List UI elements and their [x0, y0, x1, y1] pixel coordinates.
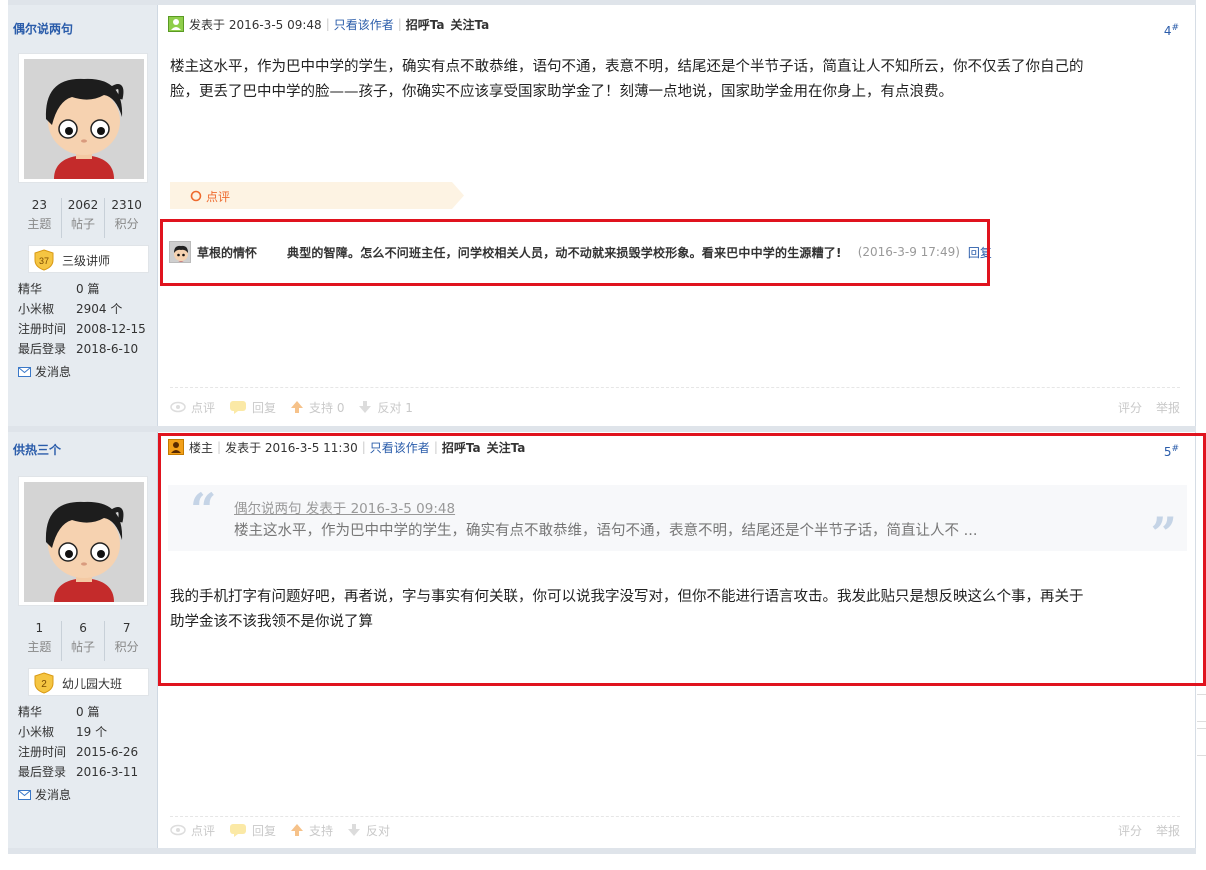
- info-digest: 精华 0 篇: [18, 282, 100, 296]
- avatar-image: [24, 482, 144, 602]
- rank-badge: 37 三级讲师: [28, 245, 149, 273]
- oppose-action-button[interactable]: 反对: [347, 822, 390, 839]
- stat-topics[interactable]: 1 主题: [18, 621, 62, 661]
- post-content: 楼主这水平，作为巴中中学的学生，确实有点不敢恭维，语句不通，表意不明，结尾还是个…: [170, 59, 1084, 100]
- bottom-divider: [8, 848, 1196, 854]
- rank-title: 三级讲师: [62, 254, 111, 268]
- send-message-link[interactable]: 发消息: [18, 363, 71, 380]
- oppose-action-button[interactable]: 反对 1: [358, 399, 413, 416]
- post-actions-right: 评分 举报: [1118, 399, 1180, 416]
- dianping-label: 点评: [206, 190, 231, 204]
- info-pepper: 小米椒 2904 个: [18, 302, 123, 316]
- info-last-login: 最后登录 2018-6-10: [18, 342, 139, 356]
- author-stats: 23 主题 2062 帖子 2310 积分: [18, 198, 148, 238]
- report-link[interactable]: 举报: [1156, 399, 1180, 416]
- rank-badge: 2 幼儿园大班: [28, 668, 149, 696]
- post-main: 发表于 2016-3-5 09:48 | 只看该作者 | 招呼Ta 关注Ta 4…: [159, 5, 1196, 426]
- reply-action-button[interactable]: 回复: [229, 822, 276, 839]
- arrow-up-icon: [291, 824, 304, 836]
- arrow-down-icon: [359, 401, 372, 413]
- info-register-date: 注册时间 2008-12-15: [18, 322, 146, 336]
- post-actions: 点评 回复 支持 0 反对 1 评分 举报: [170, 397, 1180, 417]
- stat-points[interactable]: 2310 积分: [105, 198, 148, 238]
- cartoon-boy-avatar-icon: [24, 59, 144, 179]
- side-scroll-fragment: [1197, 728, 1206, 756]
- stat-topics[interactable]: 23 主题: [18, 198, 62, 238]
- reply-action-button[interactable]: 回复: [229, 399, 276, 416]
- stat-points[interactable]: 7 积分: [105, 621, 148, 661]
- floor-number-link[interactable]: 4#: [1164, 23, 1179, 38]
- side-scroll-fragment: [1197, 694, 1206, 722]
- info-digest: 精华 0 篇: [18, 705, 100, 719]
- shield-badge-icon: 2: [34, 672, 54, 694]
- speech-bubble-icon: [230, 401, 247, 414]
- stat-posts[interactable]: 6 帖子: [62, 621, 106, 661]
- follow-link[interactable]: 关注Ta: [451, 16, 490, 33]
- highlight-box-post5: [158, 433, 1206, 686]
- info-register-date: 注册时间 2015-6-26: [18, 745, 139, 759]
- info-pepper: 小米椒 19 个: [18, 725, 108, 739]
- envelope-icon: [18, 366, 31, 377]
- post-actions-right: 评分 举报: [1118, 822, 1180, 839]
- avatar[interactable]: [18, 53, 148, 183]
- post-header: 发表于 2016-3-5 09:48 | 只看该作者 | 招呼Ta 关注Ta: [168, 15, 489, 33]
- stat-posts[interactable]: 2062 帖子: [62, 198, 106, 238]
- rate-link[interactable]: 评分: [1118, 399, 1142, 416]
- author-info: 精华 0 篇 小米椒 2904 个 注册时间 2008-12-15 最后登录 2018-…: [18, 279, 158, 359]
- comment-section-label: 点评: [170, 182, 464, 209]
- online-status-icon: [168, 16, 184, 32]
- arrow-up-icon: [291, 401, 304, 413]
- author-stats: 1 主题 6 帖子 7 积分: [18, 621, 148, 661]
- support-action-button[interactable]: 支持 0: [290, 399, 344, 416]
- support-action-button[interactable]: 支持: [290, 822, 333, 839]
- report-link[interactable]: 举报: [1156, 822, 1180, 839]
- author-sidebar: 偶尔说两句 23 主题 2062 帖子 2310 积分 37 三级讲师 精华 0…: [8, 5, 158, 426]
- divider: [170, 387, 1180, 388]
- only-author-link[interactable]: 只看该作者: [334, 16, 394, 33]
- rate-link[interactable]: 评分: [1118, 822, 1142, 839]
- author-name-link[interactable]: 偶尔说两句: [13, 20, 73, 37]
- arrow-down-icon: [348, 824, 361, 836]
- author-sidebar: 供热三个 1 主题 6 帖子 7 积分 2 幼儿园大班 精华 0 篇 小米椒 1…: [8, 432, 158, 848]
- greet-link[interactable]: 招呼Ta: [406, 16, 445, 33]
- svg-text:37: 37: [39, 256, 49, 266]
- avatar-image: [24, 59, 144, 179]
- author-name-link[interactable]: 供热三个: [13, 441, 61, 458]
- comment-action-button[interactable]: 点评: [170, 399, 215, 416]
- post-floor-4: 偶尔说两句 23 主题 2062 帖子 2310 积分 37 三级讲师 精华 0…: [8, 5, 1196, 426]
- divider: [170, 816, 1180, 817]
- shield-badge-icon: 37: [34, 249, 54, 271]
- post-time: 发表于 2016-3-5 09:48: [189, 17, 322, 32]
- speech-bubble-icon: [230, 824, 247, 837]
- highlight-box-comment: [160, 219, 990, 286]
- author-info: 精华 0 篇 小米椒 19 个 注册时间 2015-6-26 最后登录 2016-3-1…: [18, 702, 158, 782]
- post-actions: 点评 回复 支持 反对 评分 举报: [170, 820, 1180, 840]
- send-message-link[interactable]: 发消息: [18, 786, 71, 803]
- forum-thread-page: 偶尔说两句 23 主题 2062 帖子 2310 积分 37 三级讲师 精华 0…: [0, 0, 1206, 870]
- avatar[interactable]: [18, 476, 148, 606]
- info-last-login: 最后登录 2016-3-11: [18, 765, 139, 779]
- rank-title: 幼儿园大班: [62, 677, 123, 691]
- eye-comment-icon: [170, 401, 186, 413]
- svg-text:2: 2: [41, 679, 47, 690]
- circle-icon: [190, 190, 202, 202]
- envelope-icon: [18, 789, 31, 800]
- cartoon-boy-avatar-icon: [24, 482, 144, 602]
- comment-action-button[interactable]: 点评: [170, 822, 215, 839]
- eye-comment-icon: [170, 824, 186, 836]
